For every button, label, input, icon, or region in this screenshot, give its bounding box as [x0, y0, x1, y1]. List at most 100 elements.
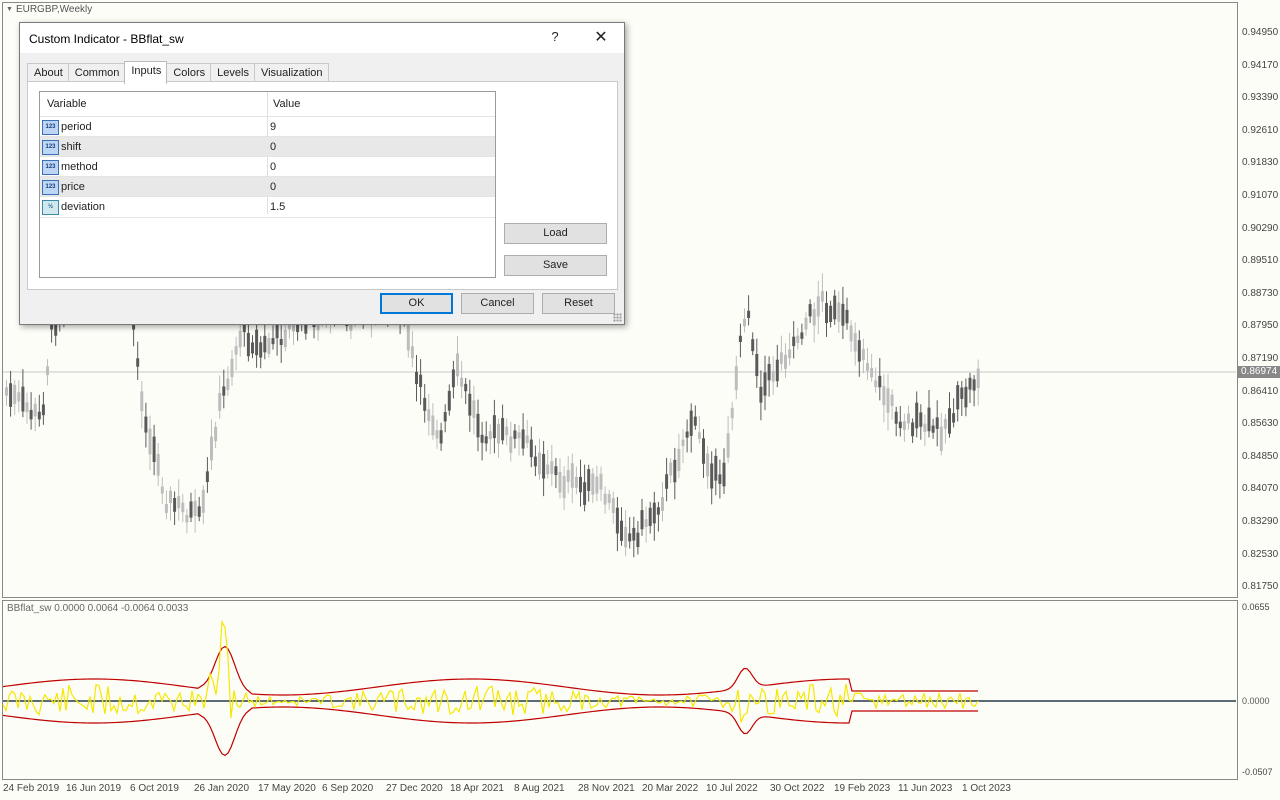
variable-value[interactable]: 1.5 [270, 201, 285, 213]
help-button[interactable]: ? [548, 29, 562, 47]
candle [972, 379, 976, 391]
reset-button[interactable]: Reset [542, 293, 615, 314]
candle [857, 340, 861, 362]
inputs-panel: Variable Value 123 period 9 123 shift 0 … [27, 81, 618, 290]
close-button[interactable]: ✕ [590, 28, 612, 48]
candle [722, 462, 726, 487]
candle [714, 455, 718, 481]
candle [201, 489, 205, 513]
candle [550, 461, 554, 474]
tab-colors[interactable]: Colors [166, 63, 212, 83]
variable-value[interactable]: 0 [270, 161, 276, 173]
input-row-method[interactable]: 123 method 0 [40, 156, 495, 177]
date-axis-label: 19 Feb 2023 [834, 783, 891, 794]
variable-value[interactable]: 0 [270, 181, 276, 193]
candle [734, 366, 738, 391]
candle [501, 417, 505, 441]
candle [751, 339, 755, 352]
candle [907, 413, 910, 424]
candle [251, 342, 254, 354]
candle [562, 476, 566, 499]
dialog-titlebar[interactable]: Custom Indicator - BBflat_sw ? ✕ [20, 23, 624, 53]
date-axis-label: 18 Apr 2021 [450, 783, 504, 794]
input-row-deviation[interactable]: ½ deviation 1.5 [40, 196, 495, 218]
candle [915, 402, 919, 429]
save-button[interactable]: Save [504, 255, 607, 276]
price-axis-label: 0.93390 [1242, 92, 1279, 104]
candle [271, 338, 275, 345]
date-axis-label: 6 Sep 2020 [322, 783, 374, 794]
candle [484, 436, 488, 444]
candle [431, 415, 435, 436]
candle [911, 422, 915, 437]
candle [574, 476, 578, 488]
price-axis-label: 0.91070 [1242, 190, 1279, 201]
tab-inputs[interactable]: Inputs [124, 61, 168, 84]
date-axis-label: 17 May 2020 [258, 783, 316, 794]
candle [542, 453, 546, 479]
tab-common[interactable]: Common [67, 63, 126, 83]
candle [829, 305, 833, 322]
candle [456, 353, 459, 377]
candle [767, 364, 771, 381]
candle [255, 329, 259, 356]
candle [792, 336, 796, 347]
date-axis-label: 16 Jun 2019 [66, 783, 122, 794]
tab-visualization[interactable]: Visualization [253, 63, 329, 83]
candle [697, 432, 701, 439]
dropdown-triangle-icon[interactable]: ▼ [6, 6, 13, 13]
input-row-shift[interactable]: 123 shift 0 [40, 136, 495, 157]
dialog-title: Custom Indicator - BBflat_sw [29, 32, 184, 46]
candle [164, 503, 168, 513]
candle [214, 426, 218, 442]
candle [173, 497, 177, 512]
candle [41, 404, 45, 416]
candle [976, 368, 980, 389]
candle [738, 335, 742, 342]
candle [529, 439, 533, 458]
candle [624, 526, 628, 548]
load-button[interactable]: Load [504, 223, 607, 244]
input-row-period[interactable]: 123 period 9 [40, 116, 495, 137]
variable-name: period [61, 121, 92, 133]
candle [570, 463, 574, 488]
variable-value[interactable]: 9 [270, 121, 276, 133]
custom-indicator-dialog: Custom Indicator - BBflat_sw ? ✕ About C… [19, 22, 625, 325]
candle [902, 421, 906, 430]
inputs-grid: Variable Value 123 period 9 123 shift 0 … [39, 91, 496, 278]
candle [820, 291, 824, 302]
candle [406, 325, 410, 351]
candle [870, 367, 874, 378]
candle [230, 358, 234, 378]
column-header-variable[interactable]: Variable [47, 98, 87, 110]
variable-name: deviation [61, 201, 106, 213]
variable-value[interactable]: 0 [270, 141, 276, 153]
input-row-price[interactable]: 123 price 0 [40, 176, 495, 197]
candle [812, 309, 816, 326]
tab-about[interactable]: About [27, 63, 69, 83]
price-axis-label: 0.87190 [1242, 353, 1279, 364]
candle [37, 411, 41, 420]
price-axis-label: 0.88730 [1242, 287, 1279, 299]
date-axis-label: 11 Jun 2023 [898, 783, 953, 794]
column-header-value[interactable]: Value [273, 98, 300, 110]
ok-button[interactable]: OK [380, 293, 453, 314]
candle [718, 474, 722, 484]
chart-symbol-title: ▼ EURGBP,Weekly [6, 4, 92, 15]
candle [603, 493, 607, 505]
cancel-button[interactable]: Cancel [461, 293, 534, 314]
candle [673, 459, 677, 483]
candle [554, 466, 558, 476]
resize-grip-icon[interactable] [613, 313, 622, 322]
candle [492, 415, 496, 439]
tab-levels[interactable]: Levels [210, 63, 255, 83]
candle [669, 462, 673, 476]
candle [652, 502, 656, 524]
candle [460, 377, 464, 387]
candle [521, 429, 525, 449]
candle [13, 384, 17, 404]
candle [693, 416, 697, 426]
candle [488, 431, 492, 440]
price-axis-label: 0.90290 [1242, 222, 1279, 234]
candle [267, 338, 271, 354]
